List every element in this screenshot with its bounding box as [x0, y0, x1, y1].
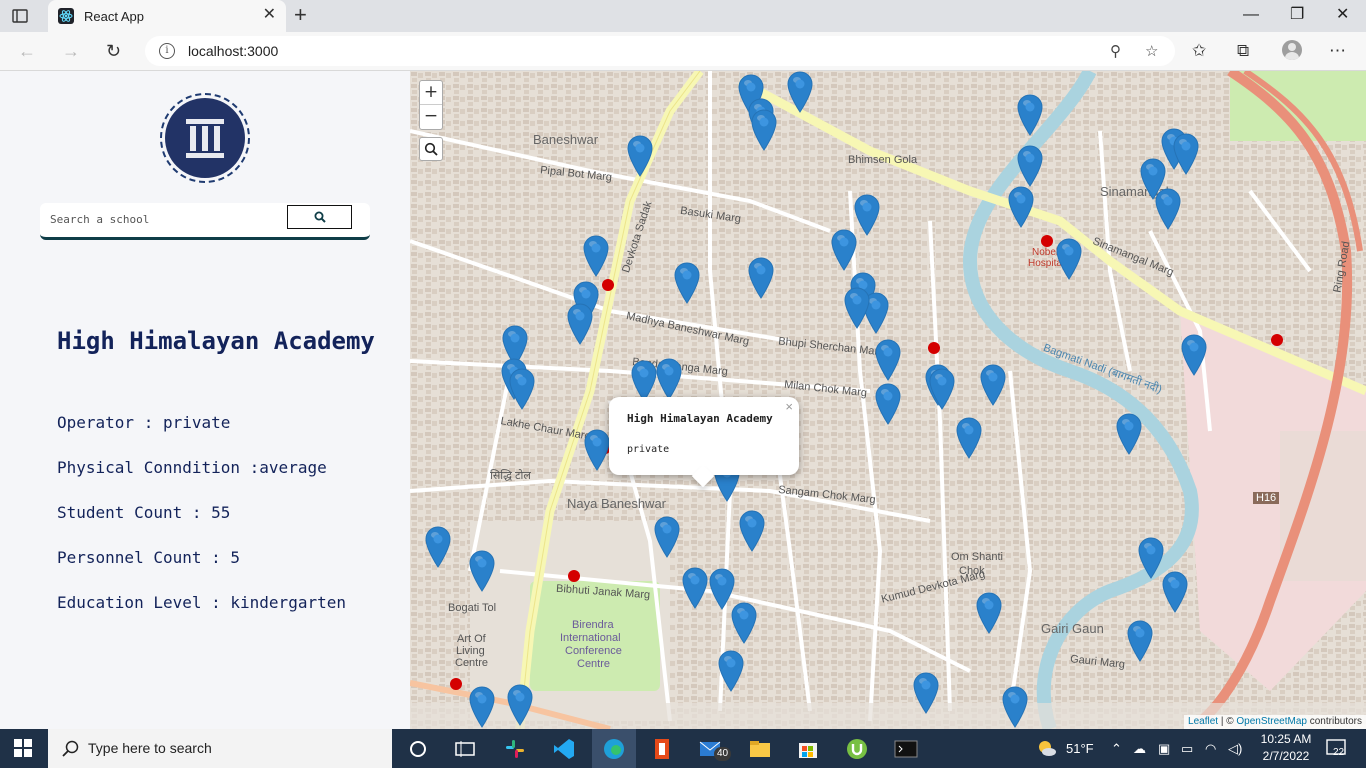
tab-close-icon[interactable]: ✕: [263, 7, 276, 23]
pillars-icon: [186, 119, 224, 158]
vscode-icon[interactable]: [552, 737, 576, 761]
browser-tab-bar: React App ✕ + — ❐ ✕: [0, 0, 1366, 32]
attribution-separator: | ©: [1218, 716, 1237, 727]
address-bar: ← → ↻ i localhost:3000 ⚲ ☆ ✩ ⧉ ⋯: [0, 32, 1366, 71]
task-view-icon[interactable]: [453, 737, 477, 761]
browser-tab[interactable]: React App ✕: [48, 0, 286, 32]
map-label: Sinamangal: [1100, 184, 1169, 199]
popup-operator: private: [627, 444, 670, 455]
react-favicon-icon: [58, 8, 74, 24]
map-label: Gairi Gaun: [1041, 621, 1104, 636]
map-label: सिद्धि टोल: [490, 470, 531, 482]
utorrent-icon[interactable]: [845, 737, 869, 761]
search-button[interactable]: [287, 205, 352, 229]
weather-icon[interactable]: [1036, 738, 1056, 758]
school-search: [40, 203, 370, 240]
taskbar-search-text: Type here to search: [88, 740, 212, 756]
taskbar-search[interactable]: Type here to search: [48, 729, 392, 768]
battery-icon[interactable]: ▭: [1181, 741, 1193, 757]
file-explorer-icon[interactable]: [748, 737, 772, 761]
profile-avatar[interactable]: [1282, 40, 1302, 60]
terminal-icon[interactable]: [894, 737, 918, 761]
maximize-button[interactable]: ❐: [1290, 6, 1304, 24]
map-label: Art Of: [457, 633, 486, 645]
minimize-button[interactable]: —: [1243, 6, 1259, 24]
clock[interactable]: 10:25 AM 2/7/2022: [1256, 731, 1316, 765]
tab-title: React App: [84, 9, 144, 24]
map-attribution: Leaflet | © OpenStreetMap contributors: [1184, 715, 1366, 729]
clock-date: 2/7/2022: [1262, 749, 1310, 763]
wifi-icon[interactable]: ◠: [1205, 741, 1216, 757]
physical-condition-value: Physical Conndition :average: [57, 458, 327, 477]
weather-text[interactable]: 51°F: [1066, 741, 1094, 756]
search-input[interactable]: [50, 208, 280, 230]
show-hidden-icons-icon[interactable]: ⌃: [1111, 741, 1122, 757]
add-favorite-icon[interactable]: ☆: [1145, 42, 1158, 60]
marker-popup: × High Himalayan Academy private: [609, 397, 799, 475]
url-field[interactable]: i localhost:3000 ⚲ ☆: [145, 36, 1175, 66]
camera-icon[interactable]: ▣: [1158, 741, 1170, 757]
taskbar: Type here to search 40 51°F ⌃ ☁ ▣ ▭ ◠ ◁)…: [0, 729, 1366, 768]
more-menu-icon[interactable]: ⋯: [1329, 41, 1346, 61]
search-icon: [314, 211, 326, 223]
zoom-control: + −: [419, 80, 443, 130]
tab-actions-icon[interactable]: [10, 6, 30, 26]
map-label: International: [560, 632, 621, 644]
map-search-button[interactable]: [419, 137, 443, 161]
volume-icon[interactable]: ◁): [1228, 741, 1242, 757]
map-label: Om Shanti: [951, 551, 1003, 563]
map-label: Baneshwar: [533, 132, 599, 147]
personnel-count-value: Personnel Count : 5: [57, 548, 241, 567]
cortana-icon[interactable]: [406, 737, 430, 761]
slack-icon[interactable]: [503, 737, 527, 761]
map[interactable]: Baneshwar Naya Baneshwar Sinamangal Gair…: [410, 71, 1366, 729]
office-icon[interactable]: [650, 737, 674, 761]
popup-title: High Himalayan Academy: [627, 412, 773, 425]
collections-icon[interactable]: ⧉: [1237, 41, 1249, 61]
new-tab-button[interactable]: +: [294, 4, 307, 26]
notification-count: 22: [1333, 747, 1345, 758]
map-label: H16: [1253, 492, 1280, 504]
attribution-contributors: contributors: [1306, 716, 1362, 727]
close-window-button[interactable]: ✕: [1336, 6, 1349, 24]
map-label: Living: [456, 645, 485, 657]
back-button[interactable]: ←: [18, 41, 36, 61]
favorites-icon[interactable]: ✩: [1192, 41, 1206, 61]
operator-value: Operator : private: [57, 413, 231, 432]
sidebar: High Himalayan Academy Operator : privat…: [0, 71, 410, 729]
map-label: Hospital: [1028, 258, 1065, 269]
map-label: Birendra: [572, 619, 614, 631]
map-label: Centre: [455, 657, 489, 669]
zoom-in-button[interactable]: +: [420, 81, 442, 105]
store-icon[interactable]: [796, 737, 820, 761]
mail-badge: 40: [714, 747, 732, 761]
osm-link[interactable]: OpenStreetMap: [1236, 716, 1307, 727]
onedrive-icon[interactable]: ☁: [1133, 741, 1146, 757]
student-count-value: Student Count : 55: [57, 503, 231, 522]
url-text: localhost:3000: [188, 43, 279, 59]
map-label: Conference: [565, 645, 622, 657]
app-logo: [160, 93, 250, 183]
edge-icon[interactable]: [592, 729, 636, 768]
windows-start-icon[interactable]: [14, 739, 34, 759]
leaflet-link[interactable]: Leaflet: [1188, 716, 1218, 727]
clock-time: 10:25 AM: [1260, 732, 1312, 746]
search-icon: [62, 740, 79, 757]
popup-close-button[interactable]: ×: [785, 399, 793, 414]
site-info-icon[interactable]: i: [159, 43, 175, 59]
map-label: Naya Baneshwar: [567, 496, 666, 511]
map-label: Bogati Tol: [448, 602, 497, 614]
school-name: High Himalayan Academy: [57, 327, 375, 355]
education-level-value: Education Level : kindergarten: [57, 593, 346, 612]
map-label: Nobel: [1032, 247, 1059, 258]
search-icon: [424, 142, 438, 156]
map-label: Centre: [577, 658, 611, 670]
zoom-out-button[interactable]: −: [420, 105, 442, 129]
forward-button[interactable]: →: [62, 41, 80, 61]
refresh-button[interactable]: ↻: [106, 41, 121, 61]
zoom-icon[interactable]: ⚲: [1110, 42, 1121, 60]
map-label: Bhimsen Gola: [848, 154, 918, 166]
